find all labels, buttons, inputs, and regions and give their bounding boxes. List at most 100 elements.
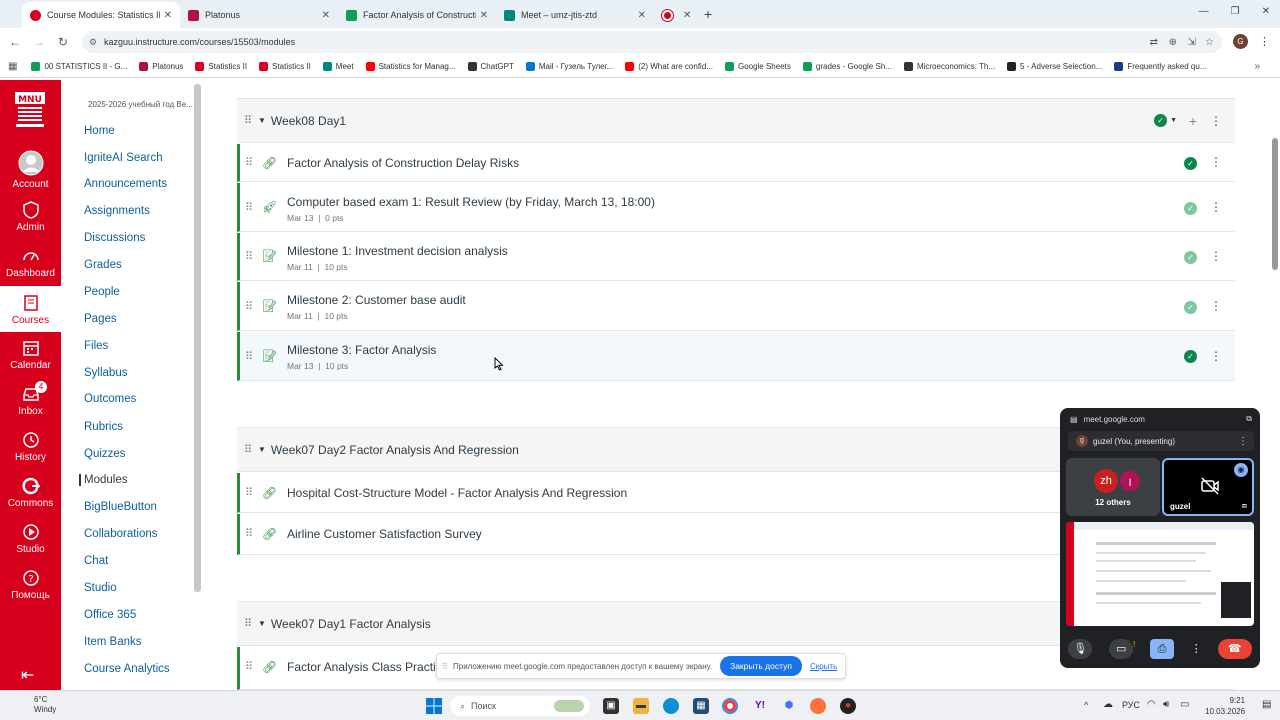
- clock[interactable]: 9:21 10.03.2026: [1205, 695, 1245, 717]
- nav-dashboard[interactable]: Dashboard: [0, 247, 61, 279]
- course-nav-modules[interactable]: Modules: [79, 474, 127, 486]
- reload-icon[interactable]: ↻: [51, 35, 75, 49]
- bookmark-item[interactable]: Microeconomics: Th...: [903, 62, 995, 71]
- task-view-icon[interactable]: ▣: [603, 698, 619, 714]
- bookmark-item[interactable]: (2) What are confid...: [625, 62, 713, 71]
- course-nav-grades[interactable]: Grades: [84, 259, 122, 271]
- item-options-icon[interactable]: ⋮: [1210, 155, 1222, 169]
- item-options-icon[interactable]: ⋮: [1210, 249, 1222, 263]
- camera-icon[interactable]: ▭!: [1109, 639, 1135, 659]
- firefox-icon[interactable]: [810, 698, 826, 714]
- course-nav-outcomes[interactable]: Outcomes: [84, 393, 136, 405]
- windows-start-icon[interactable]: [426, 698, 442, 714]
- tab-platonus[interactable]: Platonus ✕: [180, 2, 338, 28]
- close-icon[interactable]: ✕: [480, 10, 488, 21]
- wifi-icon[interactable]: ◠: [1147, 699, 1156, 710]
- file-explorer-icon[interactable]: ▬: [633, 698, 649, 714]
- module-header[interactable]: ⠿ ▼ Week08 Day1 ✓ ▼ + ⋮: [237, 98, 1235, 143]
- show-hidden-icons[interactable]: ^: [1084, 700, 1088, 710]
- tab-meet[interactable]: Meet – umz-jtis-ztd ✕: [496, 2, 654, 28]
- hide-link[interactable]: Скрыть: [810, 662, 837, 671]
- item-options-icon[interactable]: ⋮: [1210, 200, 1222, 214]
- pin-icon[interactable]: ⧈: [1242, 501, 1247, 511]
- item-options-icon[interactable]: ⋮: [1210, 299, 1222, 313]
- course-nav-collaborations[interactable]: Collaborations: [84, 528, 158, 540]
- bookmark-item[interactable]: Google Sheets: [724, 62, 791, 71]
- bookmark-item[interactable]: ChatGPT: [467, 62, 514, 71]
- item-title-link[interactable]: Milestone 2: Customer base audit: [287, 293, 466, 307]
- apps-grid-icon[interactable]: ▦: [8, 61, 17, 72]
- browser-menu-icon[interactable]: ⋮: [1259, 35, 1270, 48]
- published-check-icon[interactable]: ✓: [1154, 114, 1167, 127]
- battery-icon[interactable]: ▭: [1180, 699, 1189, 710]
- yahoo-icon[interactable]: Y!: [752, 698, 768, 714]
- forward-icon[interactable]: →: [27, 35, 51, 49]
- pip-return-icon[interactable]: ⧉: [1246, 414, 1252, 424]
- collapse-nav-icon[interactable]: ⇤: [21, 665, 34, 685]
- module-item[interactable]: ⠿ 📝︎ Milestone 2: Customer base audit Ma…: [237, 282, 1235, 331]
- bookmark-star-icon[interactable]: ☆: [1205, 37, 1214, 48]
- drag-handle-icon[interactable]: ⠿: [245, 156, 253, 169]
- bookmark-item[interactable]: Statistics for Manag...: [365, 62, 456, 71]
- bookmark-item[interactable]: Statistics II: [259, 62, 311, 71]
- chevron-down-icon[interactable]: ▼: [1170, 117, 1177, 124]
- back-icon[interactable]: ←: [3, 35, 27, 49]
- drag-handle-icon[interactable]: ⠿: [245, 350, 253, 363]
- tab-recording[interactable]: ✕: [654, 2, 694, 28]
- microphone-icon[interactable]: 🎙︎: [1068, 639, 1093, 659]
- translate-icon[interactable]: ⇄: [1150, 37, 1158, 48]
- drag-handle-icon[interactable]: ⠿: [245, 486, 253, 499]
- language-indicator[interactable]: РУС: [1122, 700, 1140, 710]
- self-tile[interactable]: ◉ guzel ⧈: [1162, 458, 1254, 516]
- course-nav-scrollbar[interactable]: [194, 84, 201, 592]
- course-nav-quizzes[interactable]: Quizzes: [84, 448, 126, 460]
- item-options-icon[interactable]: ⋮: [1210, 349, 1222, 363]
- drag-handle-icon[interactable]: ⠿: [245, 201, 253, 214]
- item-title-link[interactable]: Factor Analysis of Construction Delay Ri…: [287, 156, 519, 170]
- tab-course-modules[interactable]: Course Modules: Statistics II ✕: [22, 2, 180, 28]
- published-check-icon[interactable]: ✓: [1184, 202, 1197, 215]
- nav-help[interactable]: ? Помощь: [0, 569, 61, 601]
- university-logo[interactable]: MNU: [15, 92, 45, 132]
- close-window-icon[interactable]: ✕: [1262, 6, 1270, 17]
- course-nav-item-banks[interactable]: Item Banks: [84, 636, 142, 648]
- bookmark-item[interactable]: Mail - Гузель Тулег...: [525, 62, 613, 71]
- main-scrollbar[interactable]: [1272, 138, 1278, 270]
- chrome-icon[interactable]: [722, 698, 738, 714]
- drag-handle-icon[interactable]: ⠿: [244, 617, 254, 630]
- module-item[interactable]: ⠿ 📝︎ Milestone 1: Investment decision an…: [237, 233, 1235, 281]
- presenter-options-icon[interactable]: ⋮: [1238, 436, 1248, 447]
- install-icon[interactable]: ⇲: [1188, 37, 1196, 48]
- url-field[interactable]: ⚙ kazguu.instructure.com/courses/15503/m…: [82, 31, 1222, 53]
- course-nav-pages[interactable]: Pages: [84, 313, 117, 325]
- edge-browser-icon[interactable]: [663, 698, 679, 714]
- more-options-icon[interactable]: ⋮: [1191, 639, 1202, 659]
- nav-admin[interactable]: Admin: [0, 201, 61, 233]
- stop-sharing-button[interactable]: Закрыть доступ: [720, 656, 802, 676]
- drag-handle-icon[interactable]: ⠿: [244, 443, 254, 456]
- course-nav-syllabus[interactable]: Syllabus: [84, 367, 127, 379]
- cloud-icon[interactable]: ☁: [1103, 699, 1113, 710]
- bookmark-item[interactable]: Frequently asked qu...: [1114, 62, 1206, 71]
- bookmark-item[interactable]: Statistics II: [195, 62, 247, 71]
- module-item[interactable]: ⠿ 🔗︎ Factor Analysis of Construction Del…: [237, 144, 1235, 182]
- volume-icon[interactable]: 🔊︎: [1163, 699, 1169, 710]
- restore-icon[interactable]: ❐: [1231, 6, 1240, 17]
- drag-handle-icon[interactable]: ⠿: [245, 660, 253, 673]
- bookmark-item[interactable]: Meet: [322, 62, 354, 71]
- drag-handle-icon[interactable]: ⠿: [245, 250, 253, 263]
- module-item[interactable]: ⠿ 🚀︎ Computer based exam 1: Result Revie…: [237, 183, 1235, 232]
- more-bookmarks-icon[interactable]: »: [1254, 61, 1260, 72]
- nav-commons[interactable]: Commons: [0, 477, 61, 509]
- weather-widget[interactable]: 6°C Windy: [34, 695, 56, 715]
- bookmark-item[interactable]: Platonus: [139, 62, 183, 71]
- zoom-icon[interactable]: ⊕: [1169, 37, 1177, 48]
- drag-handle-icon[interactable]: ⠿: [244, 114, 254, 127]
- close-icon[interactable]: ✕: [322, 10, 330, 21]
- course-nav-studio[interactable]: Studio: [84, 582, 117, 594]
- module-options-icon[interactable]: ⋮: [1210, 114, 1222, 128]
- course-nav-course-analytics[interactable]: Course Analytics: [84, 663, 170, 675]
- bookmark-item[interactable]: 00 STATISTICS II - G...: [31, 62, 127, 71]
- caret-down-icon[interactable]: ▼: [258, 619, 266, 628]
- course-nav-home[interactable]: Home: [84, 125, 115, 137]
